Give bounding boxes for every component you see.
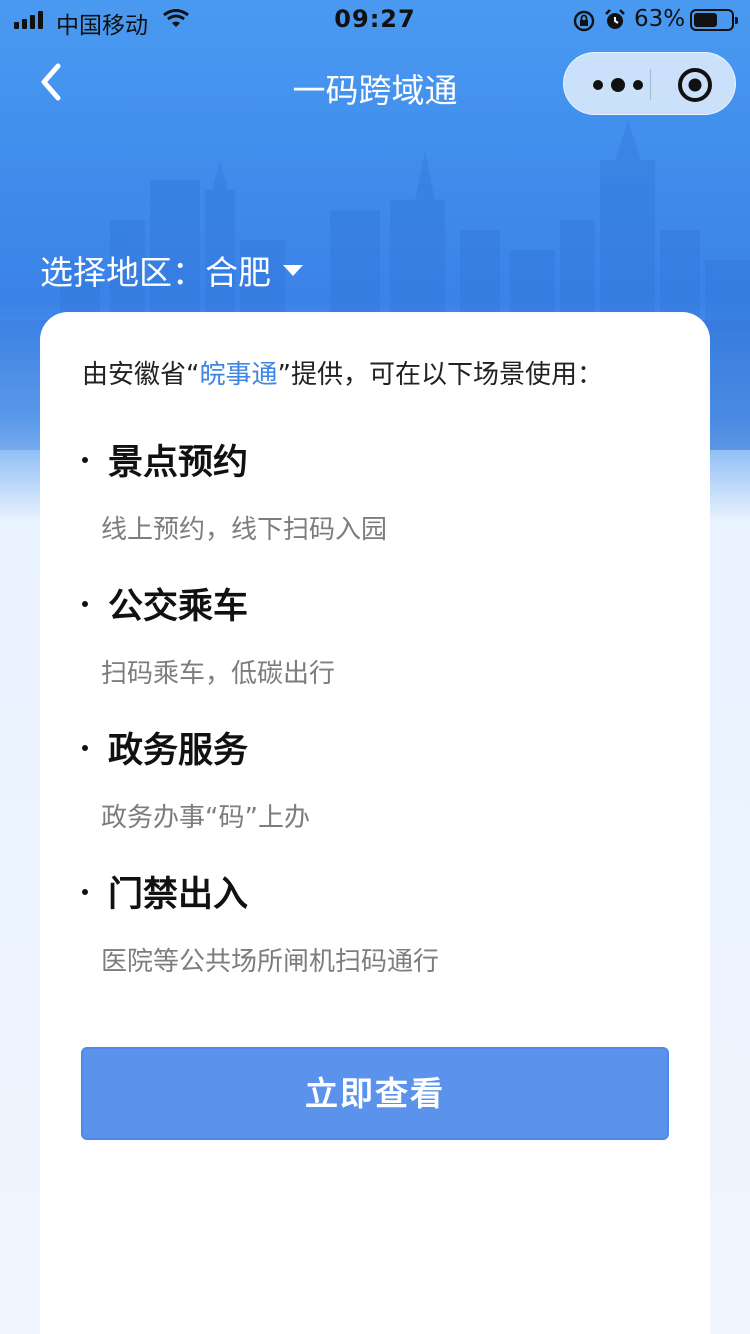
scene-description: 医院等公共场所闸机扫码通行 bbox=[101, 947, 440, 977]
battery-icon bbox=[690, 9, 738, 31]
scene-item: 景点预约 线上预约，线下扫码入园 bbox=[82, 434, 387, 546]
scene-item: 公交乘车 扫码乘车，低碳出行 bbox=[82, 578, 335, 690]
bullet-dot bbox=[82, 744, 88, 751]
battery-level-fill bbox=[694, 13, 717, 27]
scene-item: 政务服务 政务办事“码”上办 bbox=[82, 722, 310, 834]
intro-suffix: ”提供，可在以下场景使用： bbox=[277, 360, 603, 390]
capsule-divider bbox=[650, 69, 651, 100]
target-close-icon[interactable] bbox=[676, 66, 714, 104]
mini-program-capsule bbox=[563, 52, 736, 115]
region-label: 选择地区： bbox=[40, 253, 205, 292]
scene-title: 公交乘车 bbox=[108, 587, 249, 627]
status-bar: 中国移动 09:27 63% bbox=[0, 0, 750, 40]
scenes-card: 由安徽省“皖事通”提供，可在以下场景使用： 景点预约 线上预约，线下扫码入园 公… bbox=[40, 312, 710, 1334]
bullet-dot bbox=[82, 600, 88, 607]
scene-title: 门禁出入 bbox=[108, 875, 249, 915]
bullet-dot bbox=[82, 888, 88, 895]
region-value: 合肥 bbox=[205, 253, 271, 292]
battery-percentage: 63% bbox=[634, 6, 686, 32]
scene-description: 线上预约，线下扫码入园 bbox=[101, 515, 388, 545]
scene-description: 政务办事“码”上办 bbox=[101, 803, 310, 833]
orientation-lock-icon bbox=[573, 10, 595, 32]
view-now-button[interactable]: 立即查看 bbox=[81, 1047, 669, 1140]
bullet-dot bbox=[82, 456, 88, 463]
intro-prefix: 由安徽省“ bbox=[82, 360, 200, 390]
more-dots-icon[interactable] bbox=[588, 73, 648, 97]
provider-link[interactable]: 皖事通 bbox=[199, 360, 277, 390]
scene-item: 门禁出入 医院等公共场所闸机扫码通行 bbox=[82, 866, 439, 978]
scene-title: 景点预约 bbox=[108, 443, 249, 483]
scene-description: 扫码乘车，低碳出行 bbox=[101, 659, 336, 689]
caret-down-icon bbox=[283, 264, 303, 276]
provider-intro: 由安徽省“皖事通”提供，可在以下场景使用： bbox=[82, 354, 603, 391]
scene-title: 政务服务 bbox=[108, 731, 249, 771]
alarm-clock-icon bbox=[605, 9, 625, 29]
region-selector[interactable]: 选择地区： 合肥 bbox=[40, 246, 303, 294]
